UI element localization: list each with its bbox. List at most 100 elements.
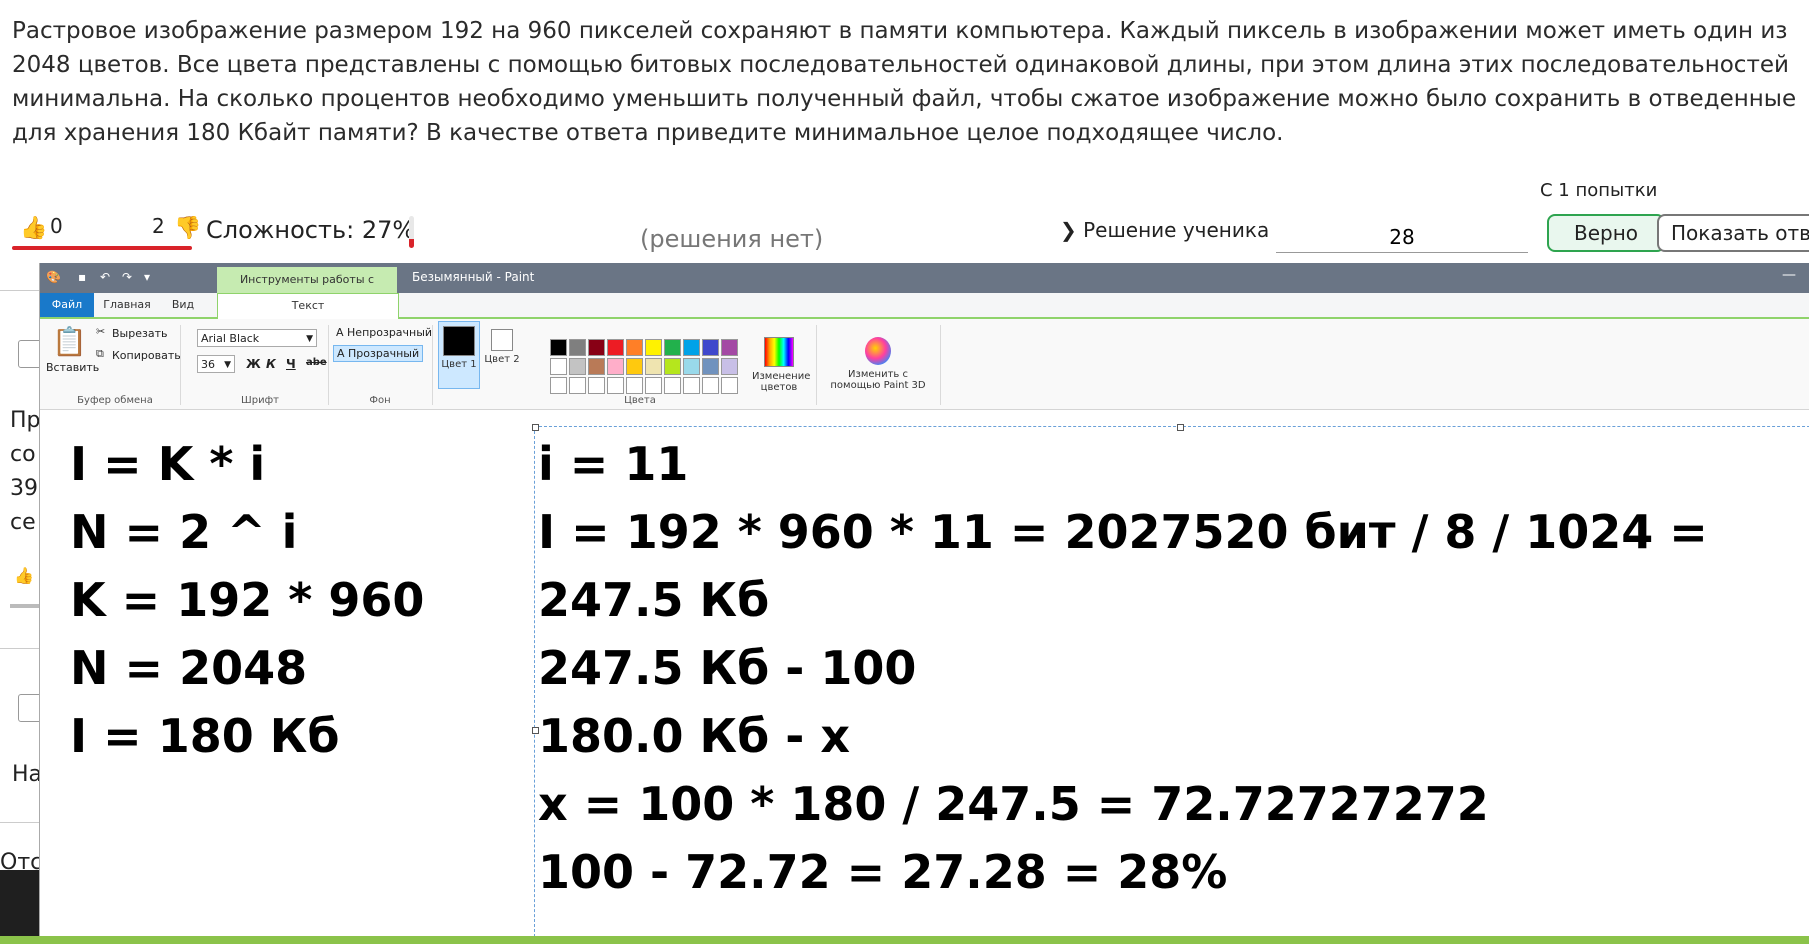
likes-count: 0: [50, 214, 63, 238]
palette-color-swatch[interactable]: [664, 377, 681, 394]
formula-right-line: I = 192 * 960 * 11 = 2027520 бит / 8 / 1…: [538, 505, 1708, 559]
palette-color-swatch[interactable]: [607, 377, 624, 394]
difficulty-label: Сложность: 27%: [206, 216, 416, 244]
font-name-select[interactable]: Arial Black ▼: [197, 329, 317, 347]
palette-color-swatch[interactable]: [645, 377, 662, 394]
redo-icon[interactable]: ↷: [122, 270, 136, 284]
title-bar: 🎨 ▪ ↶ ↷ ▾ Инструменты работы с текстом Б…: [40, 263, 1809, 312]
palette-color-swatch[interactable]: [588, 339, 605, 356]
drawing-canvas[interactable]: I = K * i N = 2 ^ i K = 192 * 960 N = 2048 I…: [40, 410, 1809, 944]
palette-color-swatch[interactable]: [550, 377, 567, 394]
color2-swatch: [491, 329, 513, 351]
font-size-select[interactable]: 36 ▼: [197, 355, 235, 373]
minimize-icon[interactable]: —: [1782, 267, 1796, 283]
correct-button[interactable]: Верно: [1547, 214, 1665, 252]
colors-group-label: Цвета: [624, 395, 656, 406]
formula-left-line: N = 2 ^ i: [70, 505, 298, 559]
palette-color-swatch[interactable]: [702, 339, 719, 356]
edit-colors-button[interactable]: Изменение цветов: [752, 337, 810, 393]
bold-button[interactable]: Ж: [246, 357, 261, 371]
divider: [180, 325, 181, 405]
palette-color-swatch[interactable]: [683, 339, 700, 356]
formula-left-line: N = 2048: [70, 641, 308, 695]
edit-colors-label: Изменение цветов: [752, 371, 811, 393]
palette-color-swatch[interactable]: [569, 377, 586, 394]
show-answer-button[interactable]: Показать ответ: [1657, 214, 1809, 252]
paint-app-icon[interactable]: 🎨: [46, 270, 61, 284]
cut-button[interactable]: Вырезать: [112, 327, 167, 340]
transparent-label: Прозрачный: [348, 347, 420, 360]
copy-icon: ⧉: [96, 347, 104, 360]
thumbs-up-icon[interactable]: 👍: [14, 566, 34, 585]
palette-color-swatch[interactable]: [721, 358, 738, 375]
student-solution-toggle[interactable]: ❯ Решение ученика: [1060, 218, 1269, 242]
chevron-down-icon: ▼: [306, 334, 313, 344]
font-name-value: Arial Black: [201, 332, 260, 345]
formula-left-line: I = K * i: [70, 437, 266, 491]
palette-color-swatch[interactable]: [588, 377, 605, 394]
tab-file[interactable]: Файл: [40, 293, 94, 317]
student-solution-label: Решение ученика: [1083, 218, 1270, 242]
no-solutions-text: (решения нет): [640, 225, 824, 253]
rating-bar: 👍 0 2 👎: [12, 206, 201, 250]
thumbs-down-icon[interactable]: 👎: [174, 216, 201, 241]
paste-button[interactable]: Вставить: [46, 361, 99, 374]
problem-text: Растровое изображение размером 192 на 96…: [12, 18, 1797, 146]
thumbs-up-icon[interactable]: 👍: [20, 216, 47, 241]
palette-color-swatch[interactable]: [626, 358, 643, 375]
formula-right-line: 180.0 Кб - x: [538, 709, 851, 763]
opaque-option[interactable]: A Непрозрачный: [333, 325, 435, 340]
divider: [816, 325, 817, 405]
palette-color-swatch[interactable]: [645, 339, 662, 356]
bg-text-fragment: На: [12, 762, 43, 787]
paint3d-button[interactable]: Изменить с помощью Paint 3D: [826, 337, 930, 391]
paste-icon[interactable]: 📋: [52, 325, 87, 358]
palette-color-swatch[interactable]: [664, 339, 681, 356]
formula-right-line: 100 - 72.72 = 27.28 = 28%: [538, 845, 1228, 899]
palette-color-swatch[interactable]: [550, 339, 567, 356]
tab-view[interactable]: Вид: [158, 293, 208, 317]
customize-toolbar-icon[interactable]: ▾: [144, 270, 158, 284]
undo-icon[interactable]: ↶: [100, 270, 114, 284]
palette-color-swatch[interactable]: [626, 339, 643, 356]
palette-color-swatch[interactable]: [664, 358, 681, 375]
transparent-option[interactable]: A Прозрачный: [333, 345, 424, 362]
underline-button[interactable]: Ч: [286, 357, 296, 371]
palette-color-swatch[interactable]: [683, 358, 700, 375]
palette-color-swatch[interactable]: [569, 339, 586, 356]
strikethrough-button[interactable]: abe: [306, 357, 327, 368]
palette-color-swatch[interactable]: [607, 339, 624, 356]
palette-color-swatch[interactable]: [721, 339, 738, 356]
palette-color-swatch[interactable]: [626, 377, 643, 394]
dislikes-count: 2: [152, 214, 165, 238]
formula-right-line: 247.5 Кб: [538, 573, 770, 627]
palette-color-swatch[interactable]: [588, 358, 605, 375]
palette-color-swatch[interactable]: [550, 358, 567, 375]
window-title: Безымянный - Paint: [412, 270, 535, 284]
palette-color-swatch[interactable]: [702, 377, 719, 394]
formula-text-left: I = K * i N = 2 ^ i K = 192 * 960 N = 2048 I…: [70, 430, 424, 770]
palette-color-swatch[interactable]: [683, 377, 700, 394]
save-icon[interactable]: ▪: [78, 270, 92, 284]
palette-color-swatch[interactable]: [702, 358, 719, 375]
copy-button[interactable]: Копировать: [112, 349, 181, 362]
tab-home[interactable]: Главная: [96, 293, 158, 317]
palette-color-swatch[interactable]: [607, 358, 624, 375]
palette-color-swatch[interactable]: [569, 358, 586, 375]
italic-button[interactable]: К: [266, 357, 276, 371]
formula-left-line: I = 180 Кб: [70, 709, 340, 763]
tab-text[interactable]: Текст: [217, 293, 399, 319]
bottom-border: [0, 936, 1809, 944]
chevron-right-icon: ❯: [1060, 218, 1077, 242]
palette-color-swatch[interactable]: [721, 377, 738, 394]
bg-text-fragment: со: [10, 442, 36, 467]
color1-button[interactable]: Цвет 1: [438, 321, 480, 389]
divider: [0, 648, 39, 649]
ribbon-tabs: Файл Главная Вид Текст: [40, 293, 1809, 319]
palette-color-swatch[interactable]: [645, 358, 662, 375]
formula-left-line: K = 192 * 960: [70, 573, 425, 627]
color2-button[interactable]: Цвет 2: [482, 321, 522, 387]
paint-window: 🎨 ▪ ↶ ↷ ▾ Инструменты работы с текстом Б…: [39, 263, 1809, 944]
answer-input[interactable]: [1276, 222, 1528, 253]
attempts-label: С 1 попытки: [1540, 180, 1658, 201]
